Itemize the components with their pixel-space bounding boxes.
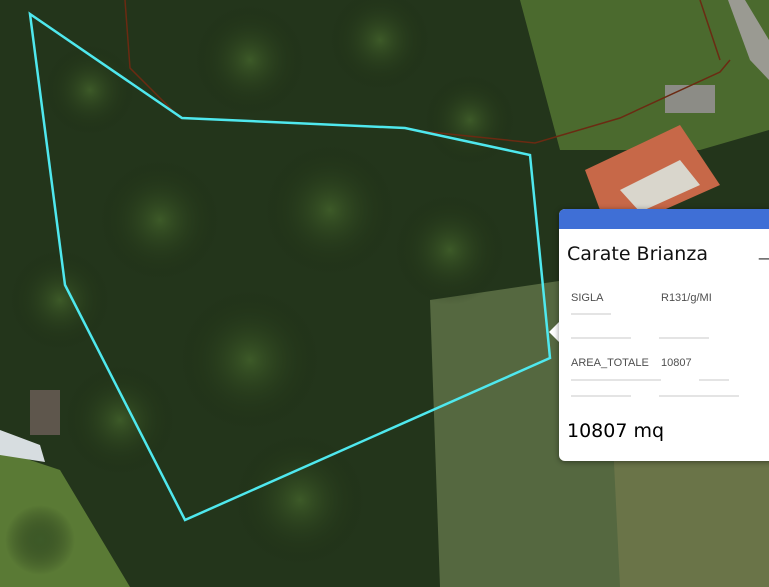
field-row-area: AREA_TOTALE 10807 [571,357,692,369]
field-row-sigla: SIGLA R131/g/MI [571,292,712,304]
faded-text [571,337,631,339]
field-key: AREA_TOTALE [571,357,649,369]
popup-title: Carate Brianza [567,243,708,265]
faded-text [699,379,729,381]
shed [30,390,60,435]
faded-text [659,395,739,397]
minimize-button[interactable]: _ [759,240,769,261]
lawn-area [520,0,769,150]
faded-text [571,379,661,381]
field-value: R131/g/MI [661,292,712,304]
popup-header [559,209,769,229]
field-key: SIGLA [571,292,604,304]
faded-text [571,395,631,397]
field-value: 10807 [661,357,692,369]
faded-text [659,337,709,339]
area-label: 10807 mq [567,420,665,442]
small-building [665,85,715,113]
faded-text [571,313,611,315]
parcel-info-popup[interactable]: Carate Brianza _ SIGLA R131/g/MI AREA_TOT… [559,209,769,461]
